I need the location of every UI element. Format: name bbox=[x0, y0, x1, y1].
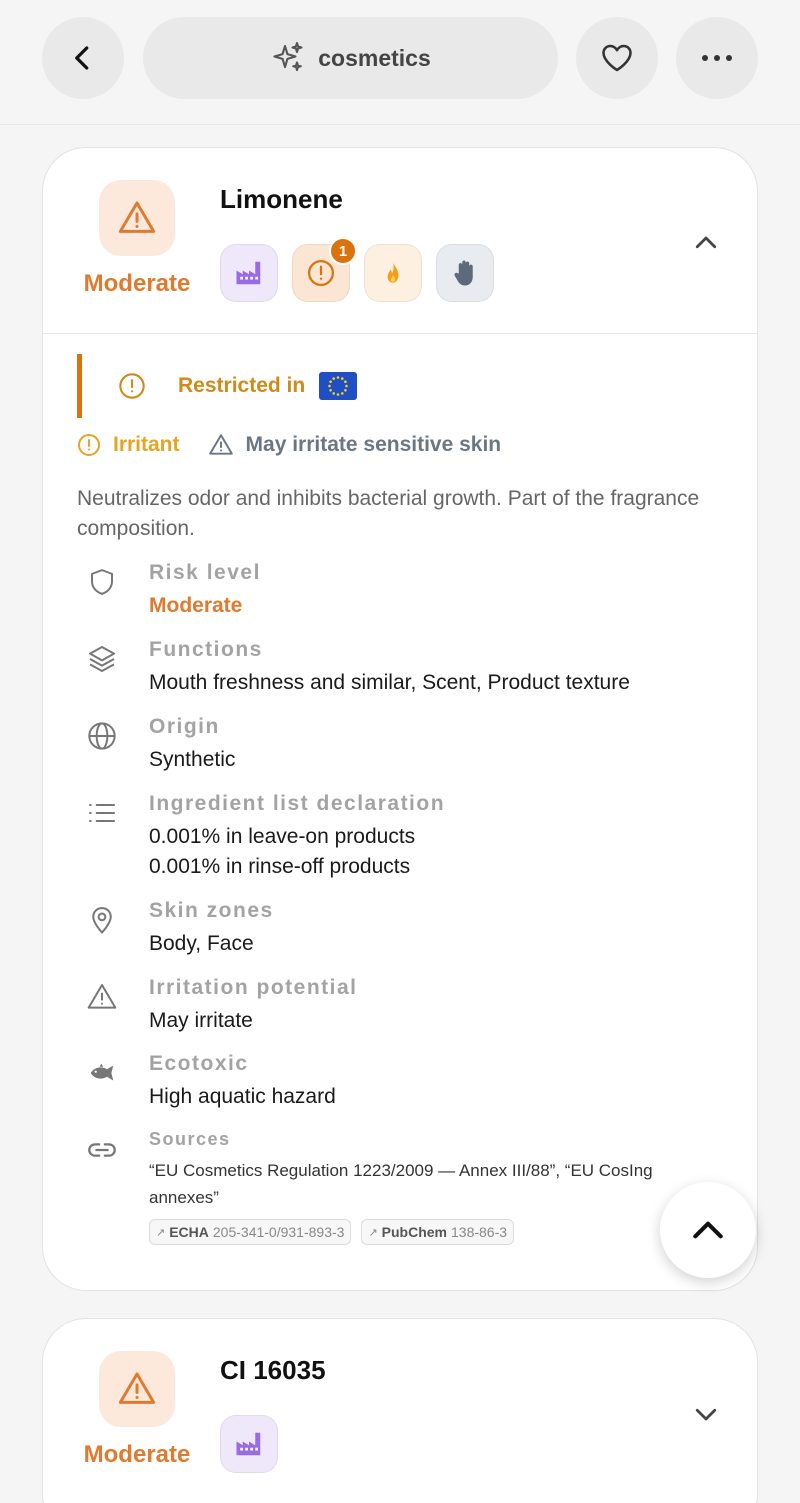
property-label: Ecotoxic bbox=[149, 1052, 249, 1075]
skin-contact-badge[interactable] bbox=[436, 244, 494, 302]
alert-circle-icon bbox=[78, 434, 100, 456]
risk-tile bbox=[99, 180, 175, 256]
page-title: cosmetics bbox=[318, 44, 431, 71]
factory-icon bbox=[236, 1432, 261, 1456]
irritant-tag: Irritant bbox=[77, 433, 180, 457]
heart-icon bbox=[602, 44, 632, 72]
more-horizontal-icon bbox=[702, 55, 732, 61]
risk-tile bbox=[99, 1351, 175, 1427]
factory-icon bbox=[236, 261, 261, 285]
pubchem-link[interactable]: ↗ PubChem 138-86-3 bbox=[361, 1219, 515, 1245]
property-label: Irritation potential bbox=[149, 976, 358, 999]
declaration-leave-on: 0.001% in leave-on products bbox=[149, 825, 416, 848]
risk-label: Moderate bbox=[83, 270, 191, 297]
warning-triangle-icon bbox=[208, 434, 233, 455]
ingredient-name: CI 16035 bbox=[220, 1355, 326, 1385]
chevron-down-icon[interactable] bbox=[691, 1399, 721, 1429]
restricted-banner: Restricted in bbox=[77, 354, 377, 418]
warning-triangle-icon bbox=[118, 1372, 156, 1404]
property-label: Origin bbox=[149, 715, 220, 738]
badge-row bbox=[220, 1415, 278, 1473]
external-link-icon: ↗ bbox=[368, 1226, 378, 1239]
list-icon bbox=[89, 804, 115, 822]
alert-circle-icon bbox=[119, 373, 145, 399]
layers-icon bbox=[89, 646, 115, 672]
risk-label: Moderate bbox=[83, 1441, 191, 1468]
flammable-badge[interactable] bbox=[364, 244, 422, 302]
top-bar: cosmetics bbox=[0, 0, 800, 125]
property-value: High aquatic hazard bbox=[149, 1085, 336, 1108]
property-value: Moderate bbox=[149, 594, 243, 617]
alert-circle-icon bbox=[308, 260, 334, 286]
alert-count-badge: 1 bbox=[329, 237, 357, 265]
property-label: Functions bbox=[149, 638, 263, 661]
ingredient-card: Moderate CI 16035 bbox=[42, 1318, 758, 1503]
sensitive-skin-tag: May irritate sensitive skin bbox=[208, 432, 502, 458]
echa-link[interactable]: ↗ ECHA 205-341-0/931-893-3 bbox=[149, 1219, 352, 1245]
property-label: Skin zones bbox=[149, 899, 274, 922]
ingredient-name: Limonene bbox=[220, 184, 343, 214]
link-icon bbox=[88, 1143, 116, 1157]
map-pin-icon bbox=[92, 907, 112, 934]
property-label: Risk level bbox=[149, 561, 261, 584]
irritant-label: Irritant bbox=[113, 433, 180, 456]
warning-triangle-icon bbox=[87, 984, 117, 1009]
scroll-to-top-button[interactable] bbox=[660, 1182, 756, 1278]
factory-badge[interactable] bbox=[220, 1415, 278, 1473]
property-value: Body, Face bbox=[149, 932, 254, 955]
category-pill[interactable]: cosmetics bbox=[143, 17, 558, 99]
property-value: 0.001% in leave-on products 0.001% in ri… bbox=[149, 822, 729, 882]
property-value: May irritate bbox=[149, 1009, 253, 1032]
sparkles-icon bbox=[273, 41, 303, 72]
more-options-button[interactable] bbox=[676, 17, 758, 99]
property-label: Ingredient list declaration bbox=[149, 792, 446, 815]
source-links: ↗ ECHA 205-341-0/931-893-3 ↗ PubChem 138… bbox=[149, 1219, 515, 1245]
restricted-label: Restricted in bbox=[178, 374, 306, 397]
chevron-left-icon bbox=[75, 46, 89, 70]
chip-value: 138-86-3 bbox=[451, 1224, 508, 1240]
chip-value: 205-341-0/931-893-3 bbox=[212, 1224, 345, 1240]
shield-icon bbox=[91, 569, 113, 595]
sources-text: “EU Cosmetics Regulation 1223/2009 — Ann… bbox=[149, 1161, 653, 1207]
tag-row: Irritant May irritate sensitive skin bbox=[77, 432, 501, 458]
hand-icon bbox=[454, 260, 473, 286]
favorite-button[interactable] bbox=[576, 17, 658, 99]
property-value: Synthetic bbox=[149, 748, 236, 771]
declaration-rinse-off: 0.001% in rinse-off products bbox=[149, 855, 411, 878]
fish-icon bbox=[90, 1063, 114, 1081]
back-button[interactable] bbox=[42, 17, 124, 99]
chip-name: PubChem bbox=[381, 1224, 447, 1240]
chevron-up-icon[interactable] bbox=[691, 228, 721, 258]
fire-icon bbox=[387, 262, 399, 283]
ingredient-card: Moderate Limonene 1 Restricted in Irrita… bbox=[42, 147, 758, 1291]
badge-row: 1 bbox=[220, 237, 494, 302]
alert-badge[interactable]: 1 bbox=[292, 237, 357, 302]
ingredient-description: Neutralizes odor and inhibits bacterial … bbox=[77, 487, 700, 540]
property-value: Mouth freshness and similar, Scent, Prod… bbox=[149, 671, 630, 694]
chip-name: ECHA bbox=[169, 1224, 209, 1240]
external-link-icon: ↗ bbox=[156, 1226, 166, 1239]
chevron-up-icon bbox=[693, 1221, 723, 1239]
warning-triangle-icon bbox=[118, 201, 156, 233]
eu-flag-icon bbox=[319, 372, 358, 400]
sensitive-skin-label: May irritate sensitive skin bbox=[245, 433, 502, 456]
property-label: Sources bbox=[149, 1129, 231, 1149]
globe-icon bbox=[88, 722, 116, 750]
ingredient-card-header[interactable]: Moderate Limonene 1 bbox=[43, 148, 757, 334]
ingredient-card-header[interactable]: Moderate CI 16035 bbox=[43, 1319, 757, 1503]
factory-badge[interactable] bbox=[220, 244, 278, 302]
